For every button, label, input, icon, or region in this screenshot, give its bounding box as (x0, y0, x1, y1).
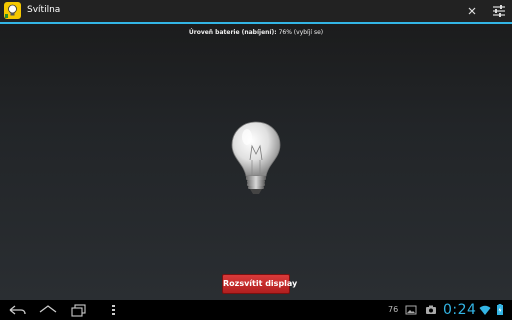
settings-sliders-icon (493, 5, 505, 17)
flashlight-app: Svítilna Úroveň baterie (nabíjení): 76% … (0, 0, 512, 320)
system-navigation-bar: 76 0:24 (0, 300, 512, 320)
battery-label: Úroveň baterie (nabíjení): (188, 29, 277, 36)
close-icon (468, 7, 476, 15)
back-icon[interactable] (6, 302, 28, 318)
lightbulb-app-icon[interactable] (4, 2, 21, 19)
camera-icon[interactable] (425, 304, 437, 316)
lightbulb-icon (231, 121, 281, 194)
gallery-icon[interactable] (405, 304, 417, 316)
action-bar: Svítilna (0, 0, 512, 24)
app-title: Svítilna (27, 5, 61, 15)
light-display-button[interactable]: Rozsvítit display (222, 274, 297, 294)
home-icon[interactable] (37, 302, 59, 318)
battery-status: Úroveň baterie (nabíjení): 76% (vybíjí s… (0, 29, 512, 37)
settings-button[interactable] (490, 2, 508, 20)
status-clock: 0:24 (443, 302, 477, 318)
wifi-icon (479, 305, 491, 315)
battery-value: 76% (vybíjí se) (278, 29, 324, 36)
recent-apps-icon[interactable] (68, 302, 90, 318)
close-button[interactable] (463, 2, 481, 20)
battery-level-indicator: 76 (388, 305, 399, 314)
menu-icon[interactable] (103, 302, 125, 318)
battery-icon (497, 304, 503, 315)
